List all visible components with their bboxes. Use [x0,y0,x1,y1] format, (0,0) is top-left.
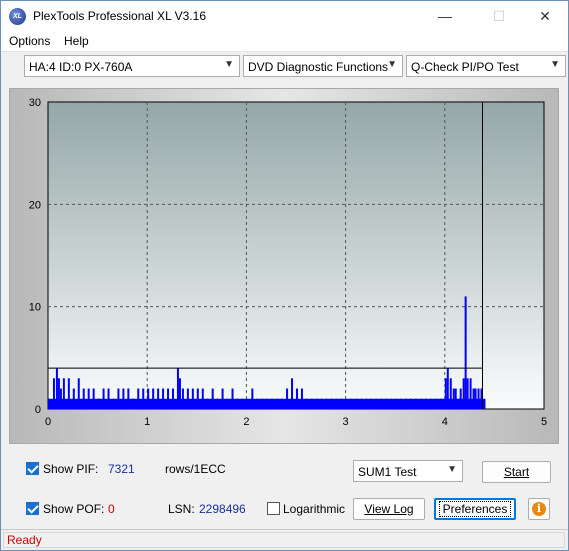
logarithmic-label: Logarithmic [283,502,346,516]
test-select-value: Q-Check PI/PO Test [411,60,519,74]
x-tick-label: 3 [343,416,349,428]
plot-area [47,101,545,410]
minimize-button[interactable]: — [422,1,468,31]
drive-select[interactable]: HA:4 ID:0 PX-760A ▼ [24,55,240,77]
x-tick-label: 2 [243,416,249,428]
chevron-down-icon: ▼ [447,464,457,475]
title-bar[interactable]: XL PlexTools Professional XL V3.16 — ☐ ✕ [1,1,568,31]
drive-select-value: HA:4 ID:0 PX-760A [29,60,133,74]
menu-options-label: Options [9,34,51,48]
status-bar: Ready [1,529,568,550]
y-tick-label: 30 [29,97,41,109]
show-pof-checkbox[interactable] [26,502,39,515]
view-log-button[interactable]: View Log [353,498,425,520]
y-tick-label: 10 [29,302,41,314]
show-pif-label: Show PIF: [43,462,99,476]
x-tick-label: 4 [442,416,448,428]
toolbar: HA:4 ID:0 PX-760A ▼ DVD Diagnostic Funct… [1,51,568,82]
lsn-value: 2298496 [199,502,246,516]
status-text: Ready [3,532,565,548]
info-button[interactable]: i [528,498,550,520]
chevron-down-icon: ▼ [387,59,397,70]
info-icon: i [532,502,546,516]
pif-bar [464,296,467,409]
x-tick-label: 5 [541,416,547,428]
x-tick-label: 1 [144,416,150,428]
pi-po-chart: 0 1 2 3 4 5 0 10 20 30 [10,89,558,443]
app-window: XL PlexTools Professional XL V3.16 — ☐ ✕… [0,0,569,551]
test-select[interactable]: Q-Check PI/PO Test ▼ [406,55,566,77]
pif-unit: rows/1ECC [165,462,226,476]
logarithmic-checkbox[interactable] [267,502,280,515]
menu-options[interactable]: Options [9,34,50,48]
preferences-button[interactable]: Preferences [434,498,516,520]
sum-test-value: SUM1 Test [358,465,417,479]
pof-value: 0 [108,502,115,516]
function-select[interactable]: DVD Diagnostic Functions ▼ [243,55,403,77]
menu-help[interactable]: Help [64,34,89,48]
pi-po-chart-panel: 0 1 2 3 4 5 0 10 20 30 [9,88,559,444]
control-panel: Show PIF: 7321 rows/1ECC SUM1 Test ▼ Sta… [9,452,559,526]
x-tick-label: 0 [45,416,51,428]
pif-value: 7321 [108,462,135,476]
plextools-logo-icon: XL [9,8,26,25]
menu-help-label: Help [64,34,89,48]
start-button[interactable]: Start [482,461,551,483]
show-pof-label: Show POF: [43,502,105,516]
y-tick-label: 20 [29,199,41,211]
menu-bar: Options Help [1,31,568,51]
start-button-label: Start [503,465,530,479]
chevron-down-icon: ▼ [550,59,560,70]
maximize-button: ☐ [492,8,506,24]
view-log-button-label: View Log [364,502,414,516]
show-pif-checkbox[interactable] [26,462,39,475]
window-title: PlexTools Professional XL V3.16 [33,9,206,23]
lsn-label: LSN: [168,502,195,516]
function-select-value: DVD Diagnostic Functions [248,60,389,74]
preferences-button-label: Preferences [438,501,512,517]
y-tick-label: 0 [35,404,41,416]
sum-test-select[interactable]: SUM1 Test ▼ [353,460,463,482]
chevron-down-icon: ▼ [224,59,234,70]
close-button[interactable]: ✕ [522,1,568,31]
